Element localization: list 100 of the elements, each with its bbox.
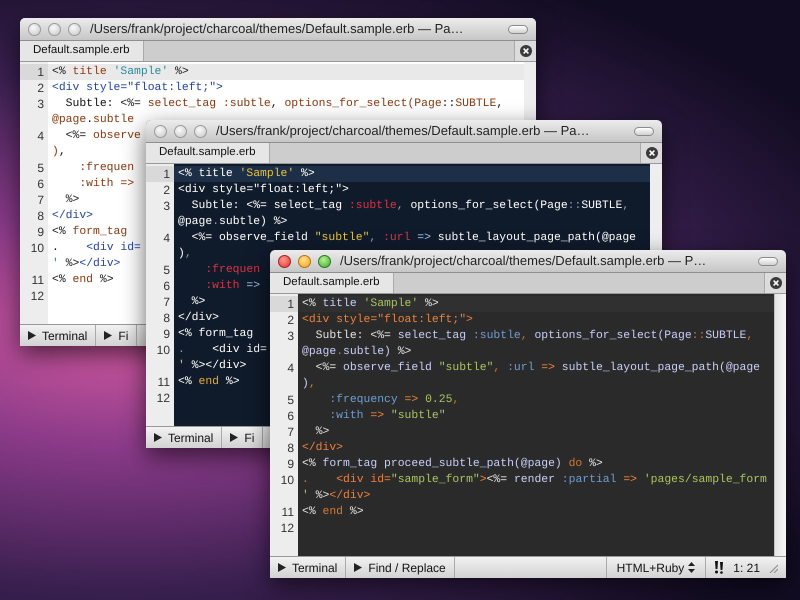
close-tab-button[interactable] (764, 273, 786, 293)
toolbar-toggle-button[interactable] (758, 256, 778, 266)
line-number: 12 (280, 520, 295, 536)
code-line: ), (302, 376, 316, 392)
code-line: :with => (78, 176, 134, 192)
code-line: <% form_tag (52, 224, 128, 240)
close-icon (520, 45, 532, 57)
line-number: 3 (36, 96, 45, 112)
zoom-button[interactable] (194, 124, 207, 138)
code-line: <% title 'Sample' %> (178, 166, 315, 182)
line-number: 10 (30, 240, 45, 256)
panel-toggle-button[interactable]: Terminal (270, 557, 346, 578)
cursor-position: 1: 21 (733, 560, 760, 576)
code-line: %> (314, 425, 330, 440)
code-line: ), (52, 144, 66, 160)
triangle-icon (278, 563, 286, 572)
line-number: 9 (286, 456, 295, 472)
line-number: 2 (36, 80, 45, 96)
minimize-button[interactable] (48, 22, 61, 36)
window-title: /Users/frank/project/charcoal/themes/Default.sample.erb — Pa… (216, 122, 590, 140)
close-button[interactable] (278, 254, 291, 268)
editor-tab[interactable]: Default.sample.erb (270, 273, 394, 293)
line-number: 8 (162, 310, 171, 326)
panel-toggle-button[interactable]: Find / Replace (346, 557, 455, 578)
code-line: ), (178, 246, 192, 262)
editor-tab[interactable]: Default.sample.erb (20, 41, 144, 61)
code-line: @page.subtle) %> (302, 344, 412, 360)
code-line: </div> (178, 310, 220, 326)
minimize-button[interactable] (174, 124, 187, 138)
window-title: /Users/frank/project/charcoal/themes/Default.sample.erb — Pa… (90, 20, 464, 38)
code-line: ' %></div> (178, 358, 246, 374)
close-tab-button[interactable] (640, 143, 662, 163)
zoom-button[interactable] (68, 22, 81, 36)
line-number: 7 (36, 192, 45, 208)
panel-toggle-button[interactable]: Terminal (146, 427, 222, 448)
line-number: 4 (162, 230, 171, 246)
line-number: 7 (286, 424, 295, 440)
triangle-icon (154, 433, 162, 442)
up-down-arrow-icon (688, 562, 696, 573)
line-number: 6 (36, 176, 45, 192)
close-icon (770, 277, 782, 289)
close-button[interactable] (154, 124, 167, 138)
code-line: </div> (302, 440, 344, 456)
code-line: <% end %> (302, 504, 364, 520)
code-line: @page.subtle (52, 112, 134, 128)
line-number: 5 (286, 392, 295, 408)
toolbar-toggle-button[interactable] (634, 126, 654, 136)
code-line: </div> (52, 208, 94, 224)
code-line: <% end %> (52, 272, 114, 288)
triangle-icon (230, 433, 238, 442)
line-number: 10 (156, 342, 171, 358)
line-number: 10 (280, 472, 295, 488)
code-line: <% end %> (178, 374, 240, 390)
code-line: :with => "subtle" (328, 408, 446, 424)
code-line: <%= observe_field "subtle", :url => subtle_layout_page_path(@page (190, 230, 636, 246)
close-tab-button[interactable] (514, 41, 536, 61)
line-number: 2 (286, 312, 295, 328)
code-line: @page.subtle) %> (178, 214, 288, 230)
code-line: :frequen (204, 262, 260, 278)
code-line: . <div id="sample_form"><%= render :partial => 'pages/sample_form (302, 472, 767, 488)
line-number: 1 (270, 296, 298, 312)
code-line: ' %></div> (302, 488, 370, 504)
code-line: :with => (204, 278, 260, 294)
code-line: <div style="float:left;"> (52, 80, 223, 96)
panel-toggle-button[interactable]: Fi (222, 427, 264, 448)
triangle-icon (104, 331, 112, 340)
line-number: 2 (162, 182, 171, 198)
toolbar-toggle-button[interactable] (508, 24, 528, 34)
scrollbar[interactable] (774, 294, 786, 556)
panel-toggle-button[interactable]: Fi (96, 325, 138, 346)
line-number: 5 (36, 160, 45, 176)
close-button[interactable] (28, 22, 41, 36)
minimize-button[interactable] (298, 254, 311, 268)
code-line: . <div id= (178, 342, 267, 358)
line-number: 12 (156, 390, 171, 406)
code-line: ' %></div> (52, 256, 120, 272)
code-line: %> (64, 193, 80, 208)
editor-tab[interactable]: Default.sample.erb (146, 143, 270, 163)
code-line: :frequency => 0.25, (328, 392, 460, 408)
code-line: <% form_tag proceed_subtle_path(@page) do %> (302, 456, 603, 472)
line-number: 8 (286, 440, 295, 456)
resize-grip-icon[interactable] (768, 562, 778, 572)
line-number: 9 (36, 224, 45, 240)
line-number: 1 (20, 64, 48, 80)
code-line: Subtle: <%= select_tag :subtle, options_for_select(Page::SUBTLE, (314, 328, 754, 344)
panel-toggle-button[interactable]: Terminal (20, 325, 96, 346)
line-number: 11 (280, 504, 295, 520)
close-icon (646, 147, 658, 159)
syntax-select[interactable]: HTML+Ruby (606, 557, 706, 578)
code-line: :frequen (78, 160, 134, 176)
zoom-button[interactable] (318, 254, 331, 268)
code-line: <% title 'Sample' %> (52, 64, 189, 80)
line-number: 6 (162, 278, 171, 294)
code-line: <%= observe_field "subtle", :url => subtle_layout_page_path(@page (314, 360, 760, 376)
line-number: 7 (162, 294, 171, 310)
line-number: 4 (286, 360, 295, 376)
line-number: 3 (162, 198, 171, 214)
line-number: 4 (36, 128, 45, 144)
line-number: 8 (36, 208, 45, 224)
window-title: /Users/frank/project/charcoal/themes/Default.sample.erb — P… (340, 252, 706, 270)
